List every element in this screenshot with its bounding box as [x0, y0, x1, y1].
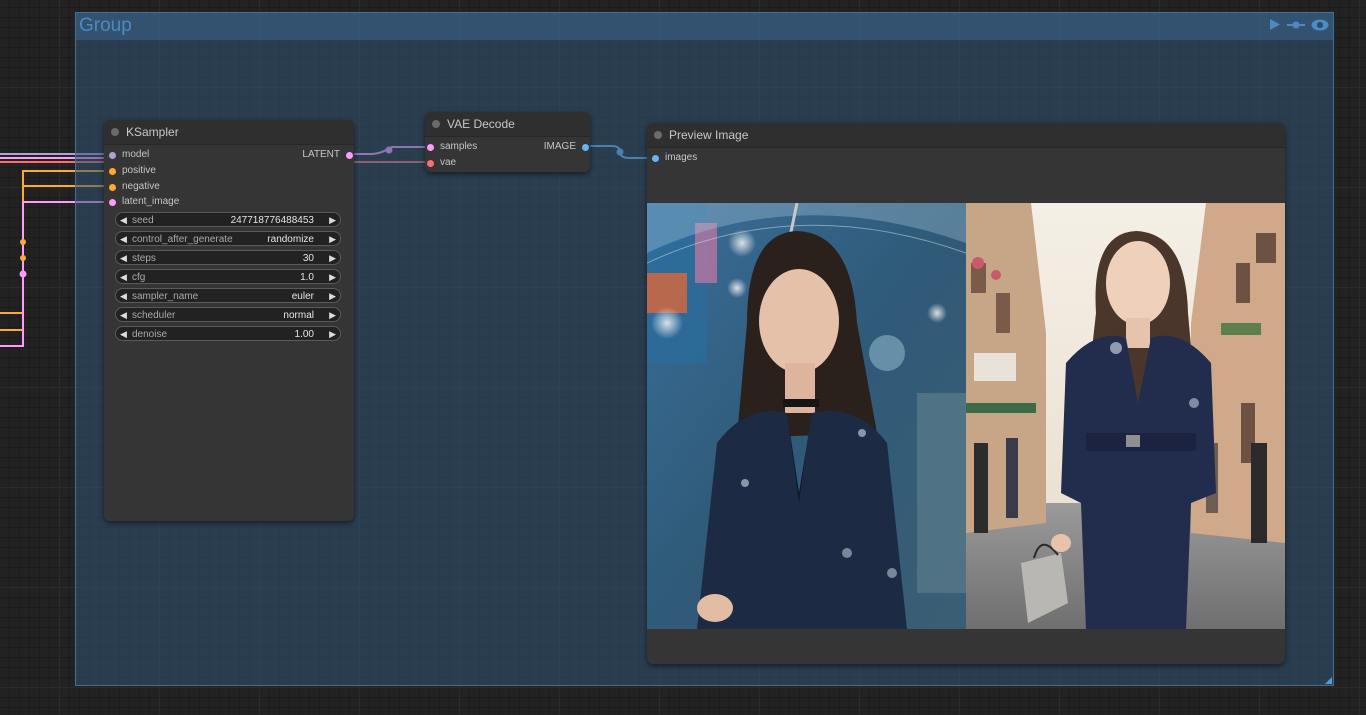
ksampler-title: KSampler: [126, 125, 179, 139]
play-icon[interactable]: [1269, 18, 1281, 36]
eye-icon[interactable]: [1311, 18, 1329, 36]
increment-arrow-icon[interactable]: ▶: [329, 308, 336, 323]
group-title: Group: [79, 15, 132, 36]
decrement-arrow-icon[interactable]: ◀: [120, 251, 127, 266]
decrement-arrow-icon[interactable]: ◀: [120, 213, 127, 228]
decrement-arrow-icon[interactable]: ◀: [120, 327, 127, 342]
preview-image-header[interactable]: Preview Image: [647, 123, 1285, 148]
slot-label: IMAGE: [543, 141, 576, 152]
input-slot-latent-image[interactable]: latent_image: [109, 196, 180, 208]
slot-dot-icon[interactable]: [109, 168, 116, 175]
street-woman-photo: [966, 203, 1285, 629]
slot-dot-icon[interactable]: [652, 155, 659, 162]
widget-label: steps: [132, 253, 156, 264]
widget-sampler-name[interactable]: ◀ sampler_name euler ▶: [115, 288, 341, 303]
input-slot-positive[interactable]: positive: [109, 165, 156, 177]
widget-value: 247718776488453: [230, 215, 314, 226]
slot-dot-icon[interactable]: [346, 152, 353, 159]
input-slot-samples[interactable]: samples: [427, 141, 478, 153]
ksampler-header[interactable]: KSampler: [104, 120, 354, 145]
input-slot-vae[interactable]: vae: [427, 157, 457, 169]
slot-label: samples: [440, 141, 478, 152]
widget-seed[interactable]: ◀ seed 247718776488453 ▶: [115, 212, 341, 227]
widget-cfg[interactable]: ◀ cfg 1.0 ▶: [115, 269, 341, 284]
group-toolbar: [1269, 18, 1329, 36]
slot-dot-icon[interactable]: [582, 144, 589, 151]
widget-steps[interactable]: ◀ steps 30 ▶: [115, 250, 341, 265]
vae-decode-node[interactable]: VAE Decode samples vae IMAGE: [425, 112, 590, 172]
output-slot-image[interactable]: IMAGE: [543, 141, 589, 153]
collapse-dot-icon[interactable]: [654, 131, 662, 139]
increment-arrow-icon[interactable]: ▶: [329, 270, 336, 285]
widget-value: 30: [302, 253, 314, 264]
vae-decode-header[interactable]: VAE Decode: [425, 112, 590, 137]
increment-arrow-icon[interactable]: ▶: [329, 289, 336, 304]
bypass-icon[interactable]: [1287, 18, 1305, 36]
input-slot-model[interactable]: model: [109, 149, 150, 161]
widget-value: 1.00: [294, 329, 314, 340]
group-resize-handle[interactable]: [1325, 677, 1332, 684]
slot-label: vae: [440, 157, 457, 168]
collapse-dot-icon[interactable]: [111, 128, 119, 136]
widget-label: cfg: [132, 272, 146, 283]
output-slot-latent[interactable]: LATENT: [302, 149, 353, 161]
widget-scheduler[interactable]: ◀ scheduler normal ▶: [115, 307, 341, 322]
increment-arrow-icon[interactable]: ▶: [329, 251, 336, 266]
widget-label: sampler_name: [132, 291, 199, 302]
slot-dot-icon[interactable]: [427, 144, 434, 151]
preview-images: [647, 203, 1285, 629]
widget-value: randomize: [267, 234, 314, 245]
slot-label: images: [665, 152, 698, 163]
slot-dot-icon[interactable]: [427, 160, 434, 167]
increment-arrow-icon[interactable]: ▶: [329, 213, 336, 228]
slot-dot-icon[interactable]: [109, 199, 116, 206]
slot-label: positive: [122, 165, 156, 176]
slot-label: latent_image: [122, 196, 180, 207]
input-slot-negative[interactable]: negative: [109, 181, 160, 193]
slot-label: LATENT: [302, 149, 340, 160]
decrement-arrow-icon[interactable]: ◀: [120, 289, 127, 304]
slot-dot-icon[interactable]: [109, 184, 116, 191]
widget-denoise[interactable]: ◀ denoise 1.00 ▶: [115, 326, 341, 341]
widget-label: seed: [132, 215, 154, 226]
preview-image-thumbnail[interactable]: [647, 203, 966, 629]
umbrella-woman-photo: [647, 203, 966, 629]
decrement-arrow-icon[interactable]: ◀: [120, 232, 127, 247]
collapse-dot-icon[interactable]: [432, 120, 440, 128]
preview-image-node[interactable]: Preview Image images: [647, 123, 1285, 664]
preview-image-title: Preview Image: [669, 128, 749, 142]
widget-label: control_after_generate: [132, 234, 233, 245]
widget-control-after-generate[interactable]: ◀ control_after_generate randomize ▶: [115, 231, 341, 246]
increment-arrow-icon[interactable]: ▶: [329, 232, 336, 247]
slot-dot-icon[interactable]: [109, 152, 116, 159]
vae-decode-title: VAE Decode: [447, 117, 515, 131]
decrement-arrow-icon[interactable]: ◀: [120, 270, 127, 285]
ksampler-node[interactable]: KSampler model positive negative latent_…: [104, 120, 354, 521]
widget-value: euler: [291, 291, 314, 302]
slot-label: model: [122, 149, 150, 160]
input-slot-images[interactable]: images: [652, 152, 698, 164]
preview-image-thumbnail[interactable]: [966, 203, 1285, 629]
decrement-arrow-icon[interactable]: ◀: [120, 308, 127, 323]
widget-value: 1.0: [300, 272, 314, 283]
widget-value: normal: [283, 310, 314, 321]
slot-label: negative: [122, 181, 160, 192]
increment-arrow-icon[interactable]: ▶: [329, 327, 336, 342]
widget-label: denoise: [132, 329, 168, 340]
widget-label: scheduler: [132, 310, 176, 321]
group-header[interactable]: Group: [76, 13, 1333, 40]
